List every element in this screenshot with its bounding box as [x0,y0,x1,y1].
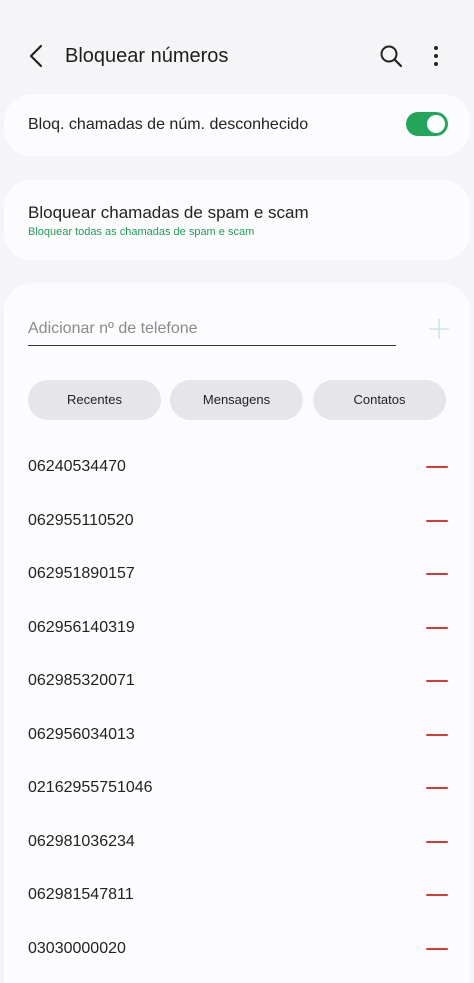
minus-icon[interactable] [426,787,448,789]
toggle-knob [427,115,445,133]
messages-chip[interactable]: Mensagens [170,380,303,420]
minus-icon[interactable] [426,627,448,629]
blocked-number-row: 062955110520 [4,494,470,548]
spam-block-subtitle: Bloquear todas as chamadas de spam e sca… [28,226,255,238]
recent-chip[interactable]: Recentes [28,380,161,420]
blocked-number-row: 062981036234 [4,815,470,869]
blocked-number-row: 06240534470 [4,440,470,494]
blocked-number: 062956034013 [28,726,135,743]
minus-icon[interactable] [426,894,448,896]
blocked-number-row: 062951890157 [4,547,470,601]
blocked-number-row: 062985320071 [4,654,470,708]
blocked-number: 06240534470 [28,458,126,475]
blocked-number-row: 062956140319 [4,601,470,655]
minus-icon[interactable] [426,680,448,682]
minus-icon[interactable] [426,573,448,575]
blocked-number: 02162955751046 [28,779,153,796]
phone-number-input[interactable] [28,313,396,346]
blocked-number-row: 062981547811 [4,868,470,922]
blocked-number-row: 03030000020 [4,922,470,976]
page-title: Bloquear números [65,45,229,67]
spam-block-title: Bloquear chamadas de spam e scam [28,203,309,222]
blocked-number: 062981036234 [28,833,135,850]
blocked-number: 03030000020 [28,940,126,957]
more-vertical-icon[interactable] [426,43,446,69]
minus-icon[interactable] [426,520,448,522]
chevron-left-icon[interactable] [24,42,50,70]
blocked-number: 062956140319 [28,619,135,636]
blocked-number: 062985320071 [28,672,135,689]
blocked-numbers-card: Recentes Mensagens Contatos 06240534470 … [4,283,470,983]
minus-icon[interactable] [426,734,448,736]
contacts-chip[interactable]: Contatos [313,380,446,420]
blocked-number: 062955110520 [28,512,134,529]
blocked-number: 062951890157 [28,565,135,582]
unknown-block-card[interactable]: Bloq. chamadas de núm. desconhecido [4,94,470,156]
search-icon[interactable] [378,43,404,69]
blocked-number: 062981547811 [28,886,134,903]
minus-icon[interactable] [426,841,448,843]
blocked-number-row: 062956034013 [4,708,470,762]
unknown-block-toggle[interactable] [406,112,448,136]
plus-icon[interactable] [428,318,450,340]
blocked-number-row: 02162955751046 [4,761,470,815]
minus-icon[interactable] [426,466,448,468]
minus-icon[interactable] [426,948,448,950]
unknown-block-label: Bloq. chamadas de núm. desconhecido [28,116,309,133]
spam-block-card[interactable]: Bloquear chamadas de spam e scam Bloquea… [4,180,470,260]
